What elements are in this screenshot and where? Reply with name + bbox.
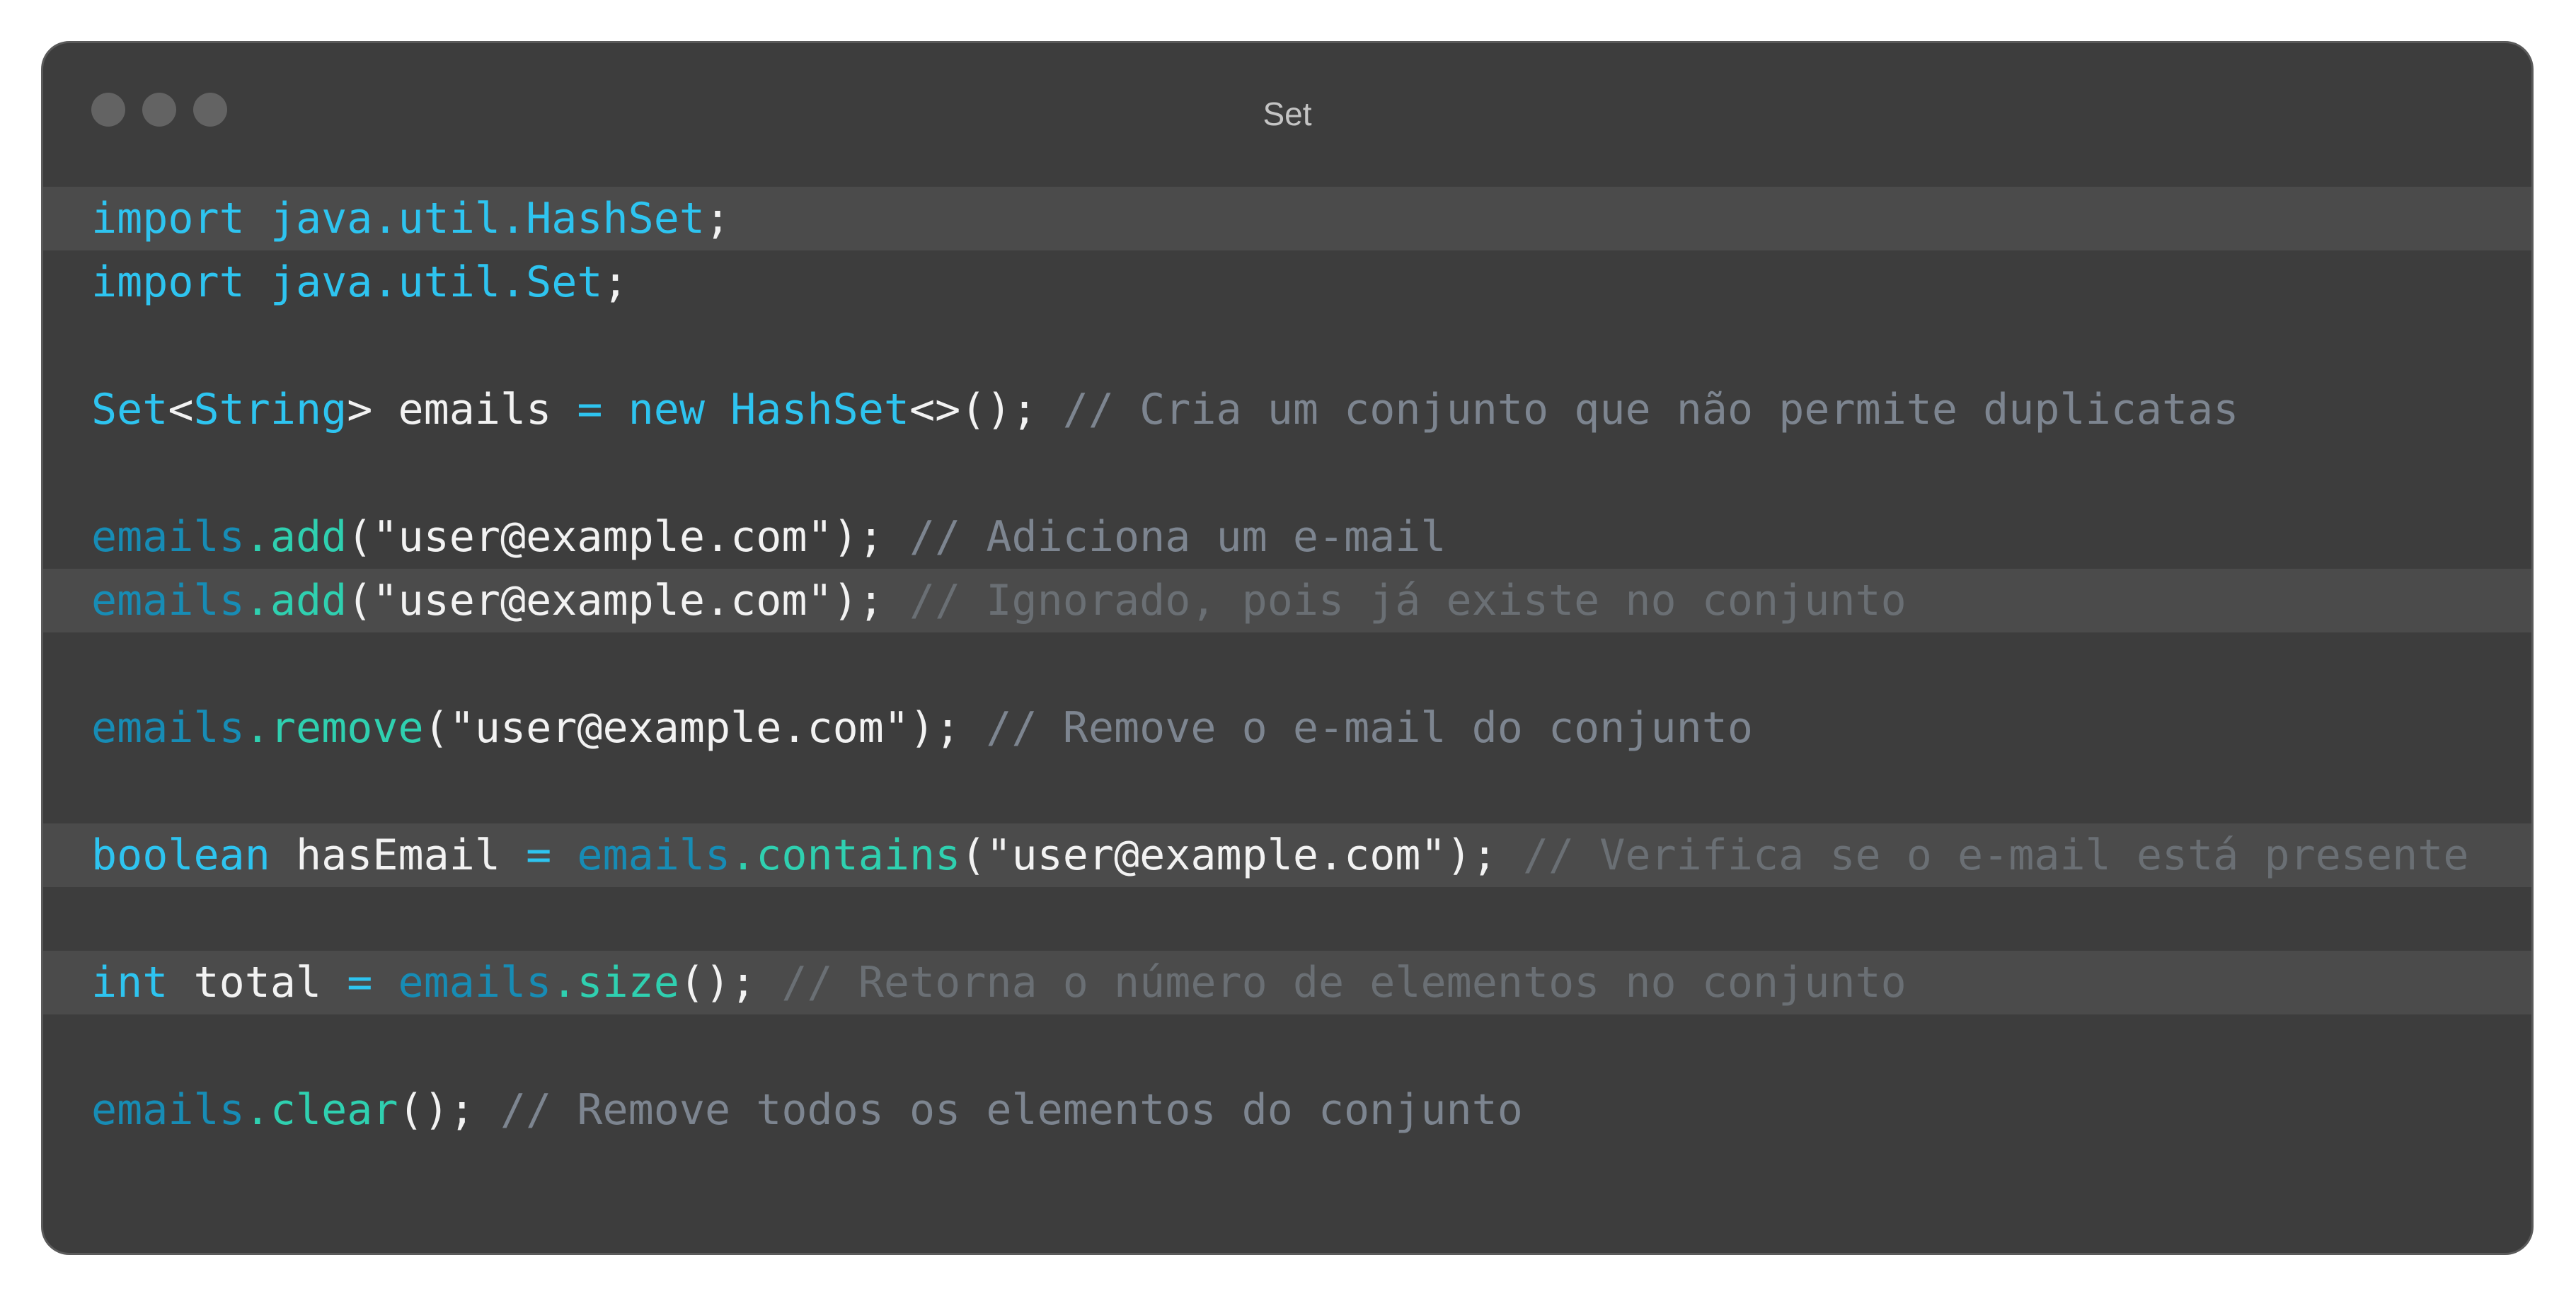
variable: hasEmail xyxy=(296,831,500,880)
code-line-15: emails.clear(); // Remove todos os eleme… xyxy=(43,1078,2531,1142)
code-window: Set import java.util.HashSet; import jav… xyxy=(41,41,2534,1255)
method-name: size xyxy=(577,958,679,1007)
code-line-11: boolean hasEmail = emails.contains("user… xyxy=(43,823,2531,887)
comment: // Ignorado, pois já existe no conjunto xyxy=(909,576,1907,625)
code-line-9: emails.remove("user@example.com"); // Re… xyxy=(43,696,2531,760)
dot: . xyxy=(244,576,270,625)
object-ref: emails xyxy=(91,576,245,625)
keyword: import xyxy=(91,194,245,243)
dot: . xyxy=(244,512,270,562)
arguments: ("user@example.com"); xyxy=(347,576,884,625)
code-line-6: emails.add("user@example.com"); // Adici… xyxy=(43,505,2531,569)
generic-open: < xyxy=(168,385,194,434)
method-name: remove xyxy=(270,703,424,753)
variable: emails xyxy=(398,385,552,434)
dot: . xyxy=(244,1085,270,1135)
code-line-4: Set<String> emails = new HashSet<>(); //… xyxy=(43,378,2531,441)
method-name: contains xyxy=(756,831,961,880)
keyword: int xyxy=(91,958,168,1007)
window-title: Set xyxy=(1263,96,1312,132)
method-name: add xyxy=(270,576,347,625)
arguments: ("user@example.com"); xyxy=(960,831,1497,880)
type-name: String xyxy=(193,385,347,434)
operator: = xyxy=(347,958,373,1007)
object-ref: emails xyxy=(398,958,552,1007)
import-path: java.util.HashSet xyxy=(270,194,705,243)
arguments: (); xyxy=(398,1085,475,1135)
generic-close: > xyxy=(347,385,373,434)
punctuation: <>(); xyxy=(909,385,1037,434)
type-name: Set xyxy=(91,385,168,434)
semicolon: ; xyxy=(704,194,731,243)
code-line-7: emails.add("user@example.com"); // Ignor… xyxy=(43,569,2531,632)
object-ref: emails xyxy=(577,831,731,880)
code-editor[interactable]: import java.util.HashSet; import java.ut… xyxy=(43,187,2531,1142)
operator: = xyxy=(526,831,552,880)
comment: // Retorna o número de elementos no conj… xyxy=(781,958,1907,1007)
import-path: java.util.Set xyxy=(270,258,603,307)
type-name: HashSet xyxy=(730,385,909,434)
code-line-13: int total = emails.size(); // Retorna o … xyxy=(43,951,2531,1014)
object-ref: emails xyxy=(91,512,245,562)
dot: . xyxy=(244,703,270,753)
operator: = xyxy=(577,385,603,434)
method-name: clear xyxy=(270,1085,398,1135)
arguments: ("user@example.com"); xyxy=(423,703,961,753)
comment: // Cria um conjunto que não permite dupl… xyxy=(1062,385,2239,434)
arguments: ("user@example.com"); xyxy=(347,512,884,562)
comment: // Adiciona um e-mail xyxy=(909,512,1447,562)
comment: // Remove o e-mail do conjunto xyxy=(986,703,1754,753)
semicolon: ; xyxy=(602,258,628,307)
arguments: (); xyxy=(679,958,757,1007)
code-line-2: import java.util.Set; xyxy=(43,250,2531,314)
keyword: boolean xyxy=(91,831,270,880)
variable: total xyxy=(193,958,322,1007)
code-line-1: import java.util.HashSet; xyxy=(43,187,2531,250)
comment: // Verifica se o e-mail está presente xyxy=(1522,831,2469,880)
object-ref: emails xyxy=(91,1085,245,1135)
dot: . xyxy=(730,831,757,880)
dot: . xyxy=(551,958,577,1007)
method-name: add xyxy=(270,512,347,562)
object-ref: emails xyxy=(91,703,245,753)
keyword: import xyxy=(91,258,245,307)
comment: // Remove todos os elementos do conjunto xyxy=(500,1085,1523,1135)
title-bar: Set xyxy=(43,43,2531,185)
keyword: new xyxy=(628,385,705,434)
